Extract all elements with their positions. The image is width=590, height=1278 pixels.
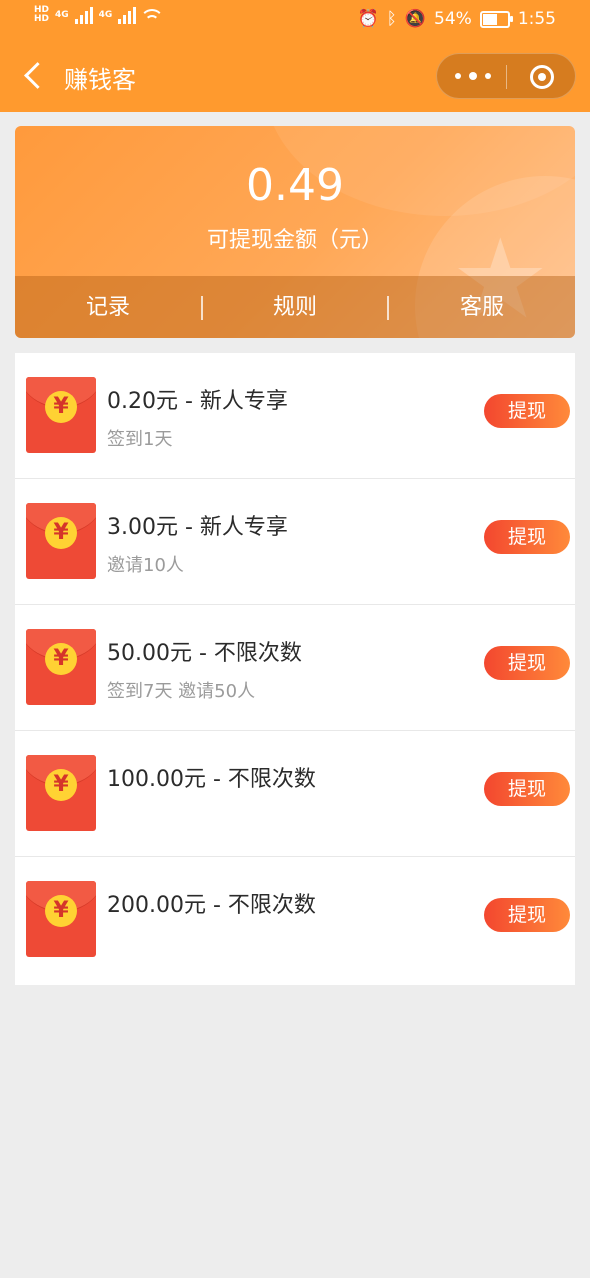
capsule-divider	[506, 65, 507, 89]
red-envelope-icon: ¥	[26, 755, 96, 831]
withdraw-button[interactable]: 提现	[484, 646, 570, 680]
yuan-coin-icon: ¥	[45, 517, 77, 549]
status-bar: HD HD 4G 4G ⏰ ᛒ 🔕 54% 1:55	[0, 0, 590, 40]
tab-records[interactable]: 记录	[15, 276, 201, 338]
balance-card: ★ 0.49 可提现金额（元） 记录 规则 客服	[15, 126, 575, 338]
withdraw-button[interactable]: 提现	[484, 898, 570, 932]
withdraw-button[interactable]: 提现	[484, 772, 570, 806]
red-envelope-icon: ¥	[26, 503, 96, 579]
signal-icon-2	[118, 6, 137, 24]
header: HD HD 4G 4G ⏰ ᛒ 🔕 54% 1:55 赚钱客	[0, 0, 590, 112]
reward-list: ¥ 0.20元 - 新人专享 签到1天 提现 ¥ 3.00元 - 新人专享 邀请…	[15, 353, 575, 985]
hd-indicator: HD HD	[34, 6, 49, 24]
reward-title: 3.00元 - 新人专享	[107, 515, 288, 540]
mute-icon: 🔕	[404, 9, 427, 29]
list-item: ¥ 50.00元 - 不限次数 签到7天 邀请50人 提现	[15, 605, 575, 731]
balance-label: 可提现金额（元）	[206, 228, 383, 253]
red-envelope-icon: ¥	[26, 629, 96, 705]
battery-icon	[479, 10, 513, 28]
balance-amount: 0.49	[246, 160, 344, 211]
back-icon[interactable]	[22, 60, 42, 90]
yuan-coin-icon: ¥	[45, 769, 77, 801]
miniprogram-capsule	[436, 53, 576, 99]
red-envelope-icon: ¥	[26, 881, 96, 957]
nav-bar: 赚钱客	[0, 40, 590, 112]
reward-title: 100.00元 - 不限次数	[107, 767, 316, 792]
withdraw-button[interactable]: 提现	[484, 520, 570, 554]
withdraw-button[interactable]: 提现	[484, 394, 570, 428]
alarm-icon: ⏰	[357, 9, 379, 29]
battery-fill	[482, 13, 497, 25]
tab-customer-service[interactable]: 客服	[389, 276, 575, 338]
network-type-1: 4G	[55, 10, 69, 20]
yuan-coin-icon: ¥	[45, 895, 77, 927]
more-icon[interactable]	[455, 66, 491, 86]
page-title: 赚钱客	[64, 66, 136, 94]
reward-condition: 签到1天	[107, 429, 173, 450]
reward-title: 200.00元 - 不限次数	[107, 893, 316, 918]
yuan-coin-icon: ¥	[45, 391, 77, 423]
close-target-icon[interactable]	[530, 65, 554, 89]
reward-condition: 邀请10人	[107, 555, 184, 576]
list-item: ¥ 200.00元 - 不限次数 提现	[15, 857, 575, 985]
bluetooth-icon: ᛒ	[386, 9, 397, 29]
tab-rules[interactable]: 规则	[202, 276, 388, 338]
battery-percent: 54%	[434, 9, 472, 29]
list-item: ¥ 100.00元 - 不限次数 提现	[15, 731, 575, 857]
list-item: ¥ 3.00元 - 新人专享 邀请10人 提现	[15, 479, 575, 605]
wifi-icon	[142, 7, 162, 23]
network-type-2: 4G	[98, 10, 113, 20]
red-envelope-icon: ¥	[26, 377, 96, 453]
reward-condition: 签到7天 邀请50人	[107, 681, 256, 702]
hd-label-2: HD	[34, 14, 50, 24]
list-item: ¥ 0.20元 - 新人专享 签到1天 提现	[15, 353, 575, 479]
reward-title: 50.00元 - 不限次数	[107, 641, 302, 666]
clock: 1:55	[517, 9, 556, 29]
signal-icon	[74, 6, 93, 24]
balance-tabs: 记录 规则 客服	[15, 276, 575, 338]
yuan-coin-icon: ¥	[45, 643, 77, 675]
reward-title: 0.20元 - 新人专享	[107, 389, 288, 414]
